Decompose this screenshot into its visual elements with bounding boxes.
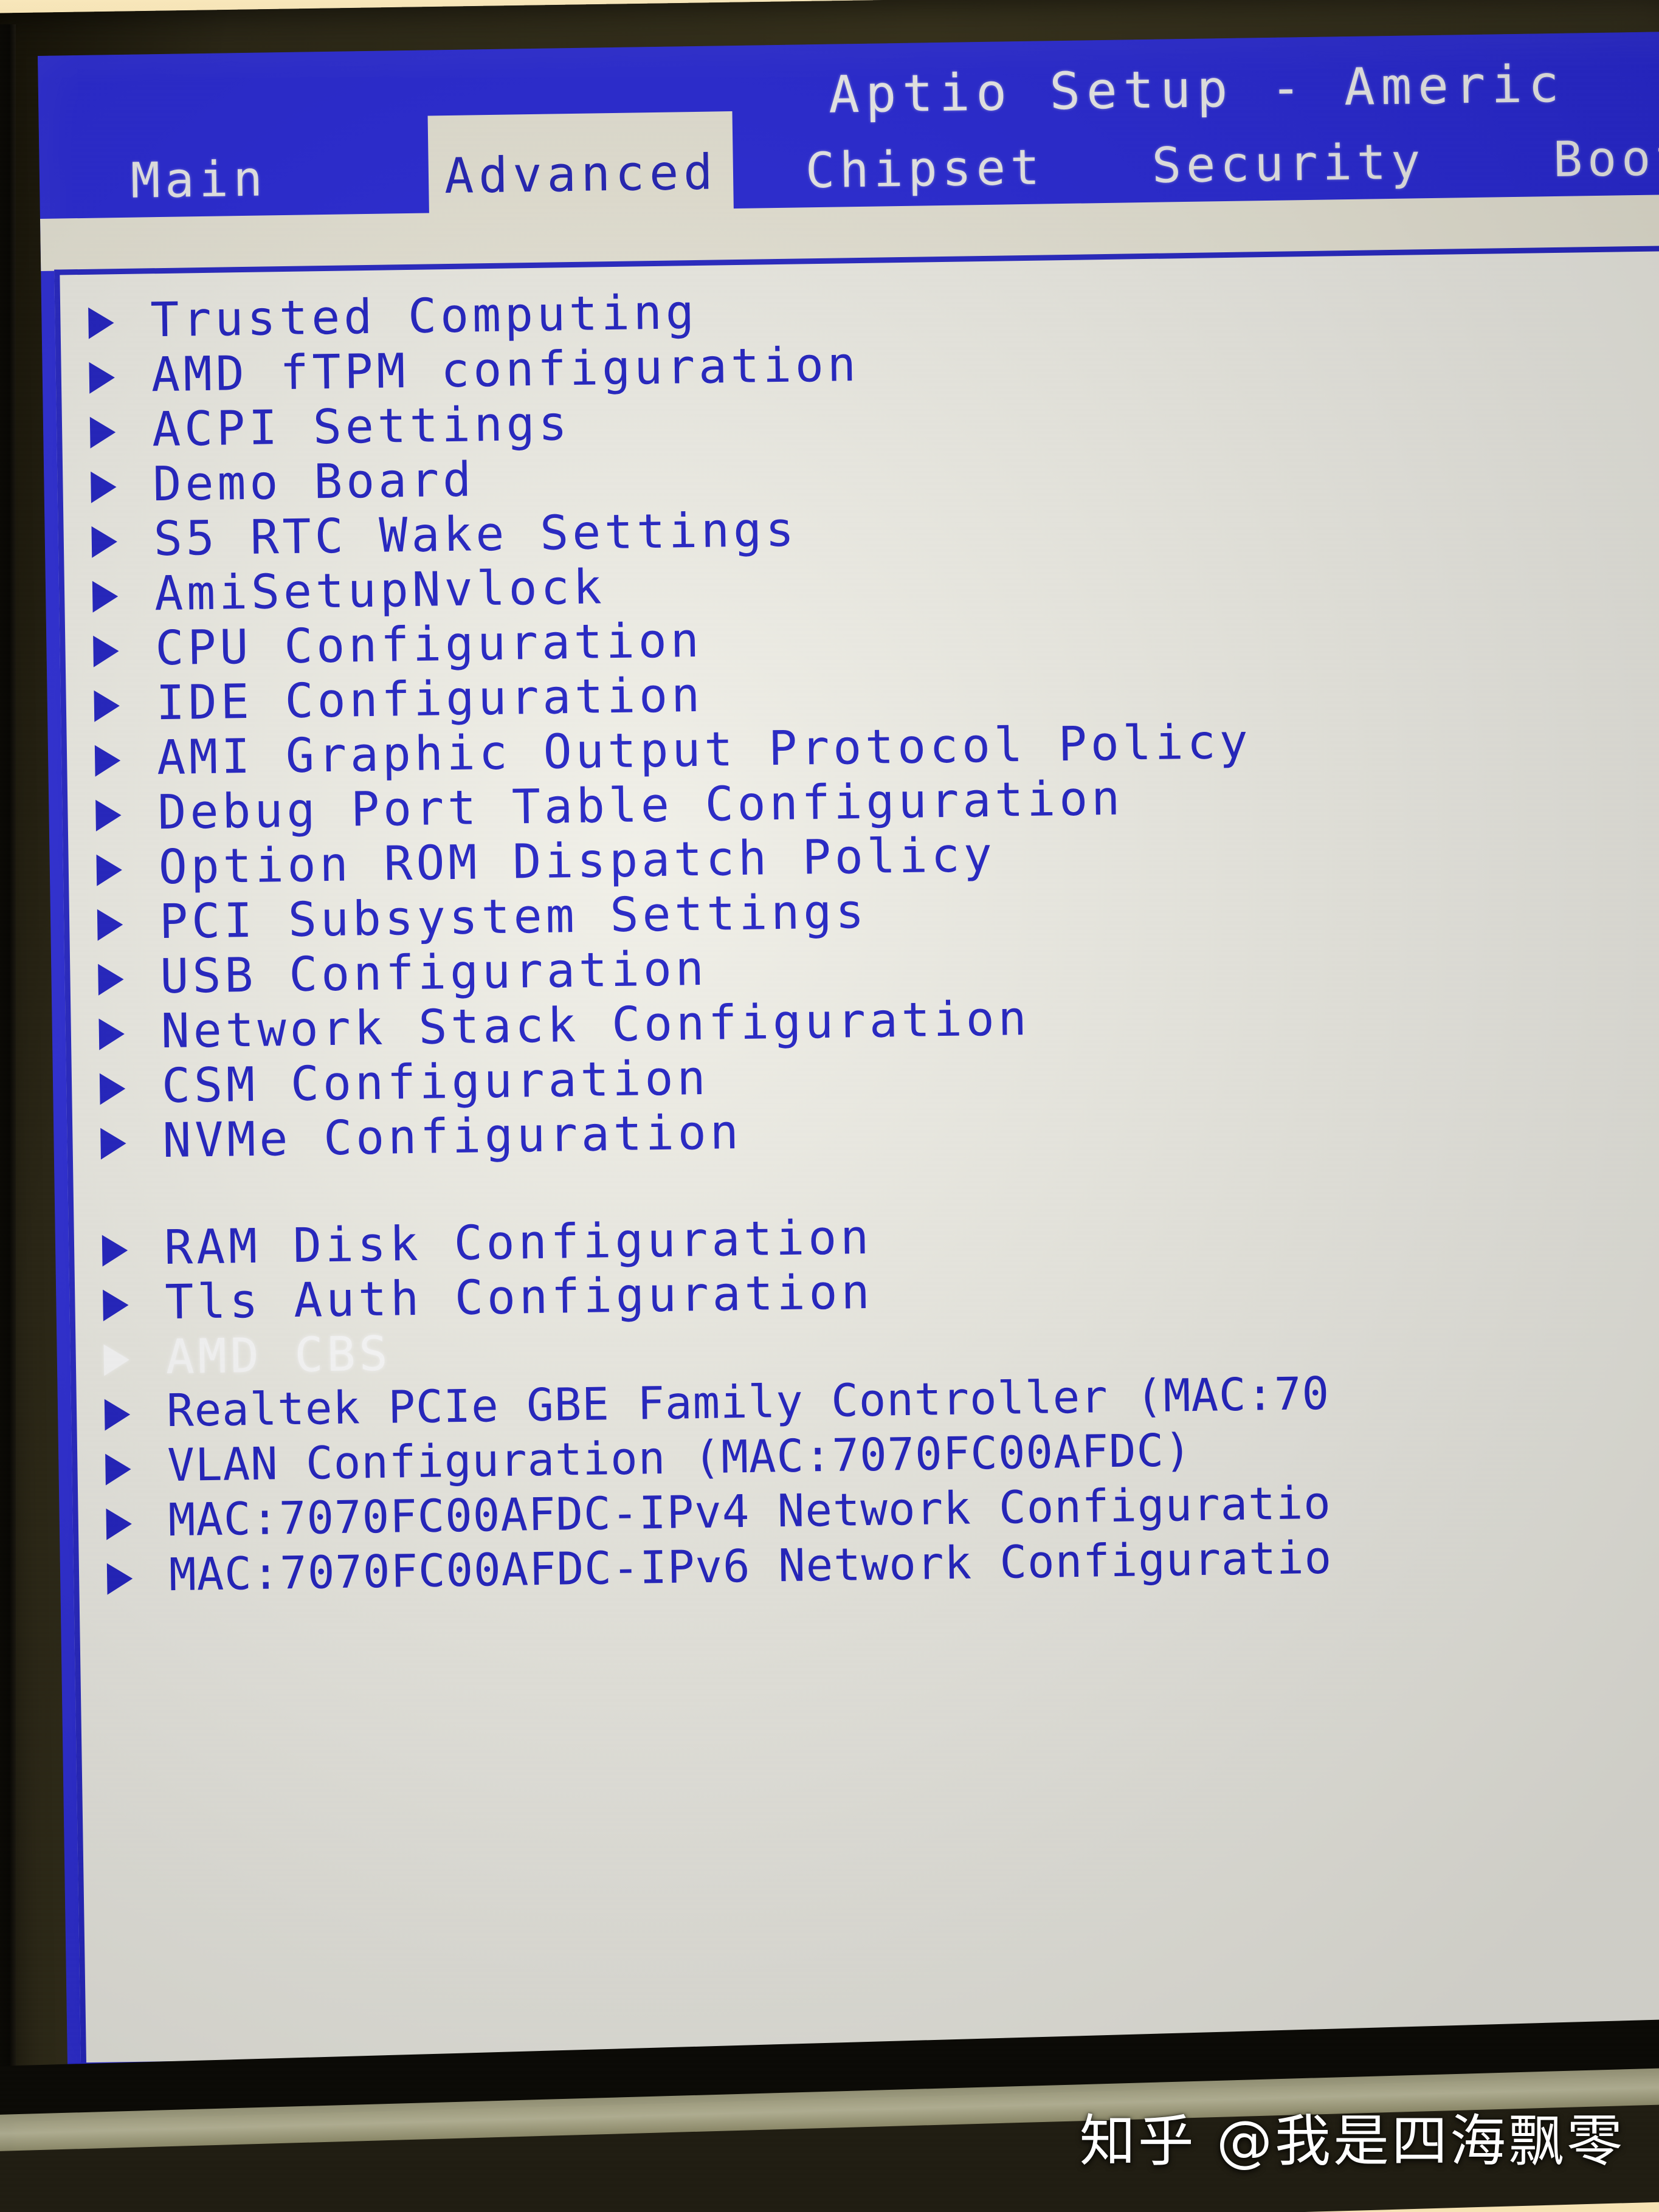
monitor-left-edge [0, 24, 16, 2188]
title-bar: Aptio Setup - Americ [38, 52, 1659, 143]
photograph-of-monitor: Aptio Setup - Americ Main Advanced Chips… [0, 0, 1659, 2212]
menu-item-label: AmiSetupNvlock [154, 560, 606, 622]
submenu-arrow-icon [106, 1562, 133, 1595]
menu-item-label: Demo Board [152, 452, 475, 512]
submenu-arrow-icon [103, 1344, 130, 1376]
bios-screen: Aptio Setup - Americ Main Advanced Chips… [38, 31, 1659, 2080]
submenu-arrow-icon [98, 1018, 125, 1050]
submenu-arrow-icon [91, 526, 118, 558]
submenu-arrow-icon [104, 1398, 131, 1431]
submenu-arrow-icon [99, 1073, 126, 1105]
menu-item-label: CSM Configuration [161, 1050, 710, 1114]
watermark-text: 知乎 @我是四海飘零 [1079, 2109, 1625, 2174]
menu-item-label: AMD fTPM configuration [151, 337, 860, 403]
submenu-arrow-icon [94, 745, 121, 777]
tab-chipset[interactable]: Chipset [805, 136, 1045, 205]
submenu-arrow-icon [92, 581, 119, 613]
submenu-arrow-icon [96, 854, 123, 886]
submenu-arrow-icon [95, 799, 122, 832]
menu-item-label: RAM Disk Configuration [164, 1210, 873, 1276]
submenu-arrow-icon [106, 1507, 133, 1540]
submenu-arrow-icon [100, 1128, 126, 1160]
submenu-arrow-icon [88, 307, 114, 339]
settings-menu-list[interactable]: Trusted Computing AMD fTPM configuration A… [60, 271, 1659, 1606]
submenu-arrow-icon [93, 635, 119, 667]
submenu-arrow-icon [89, 416, 116, 449]
menu-item-label: S5 RTC Wake Settings [153, 502, 798, 567]
submenu-arrow-icon [105, 1453, 131, 1486]
tab-boot[interactable]: Boot [1553, 126, 1659, 194]
tab-advanced[interactable]: Advanced [427, 111, 734, 219]
menu-item-label: CPU Configuration [154, 613, 703, 677]
submenu-arrow-icon [97, 909, 123, 941]
menu-item-label: Option ROM Dispatch Policy [158, 827, 996, 895]
submenu-arrow-icon [91, 471, 117, 503]
settings-pane: Trusted Computing AMD fTPM configuration A… [54, 244, 1659, 2069]
menu-item-label: IDE Configuration [156, 667, 704, 731]
menu-item-label: USB Configuration [159, 941, 708, 1005]
tab-security[interactable]: Security [1151, 130, 1426, 200]
submenu-arrow-icon [98, 963, 124, 996]
menu-item-label: Tls Auth Configuration [164, 1264, 874, 1331]
submenu-arrow-icon [94, 690, 120, 722]
tab-main[interactable]: Main [130, 147, 267, 215]
submenu-arrow-icon [89, 362, 116, 394]
submenu-arrow-icon [103, 1289, 129, 1321]
menu-item-label: AMD CBS [165, 1326, 392, 1385]
menu-item-label: NVMe Configuration [162, 1105, 743, 1169]
submenu-arrow-icon [102, 1235, 128, 1267]
page-title: Aptio Setup - Americ [828, 53, 1566, 125]
menu-item-label: ACPI Settings [151, 396, 571, 458]
menu-item-label: Trusted Computing [150, 284, 698, 348]
menu-item-label: PCI Subsystem Settings [159, 884, 868, 950]
